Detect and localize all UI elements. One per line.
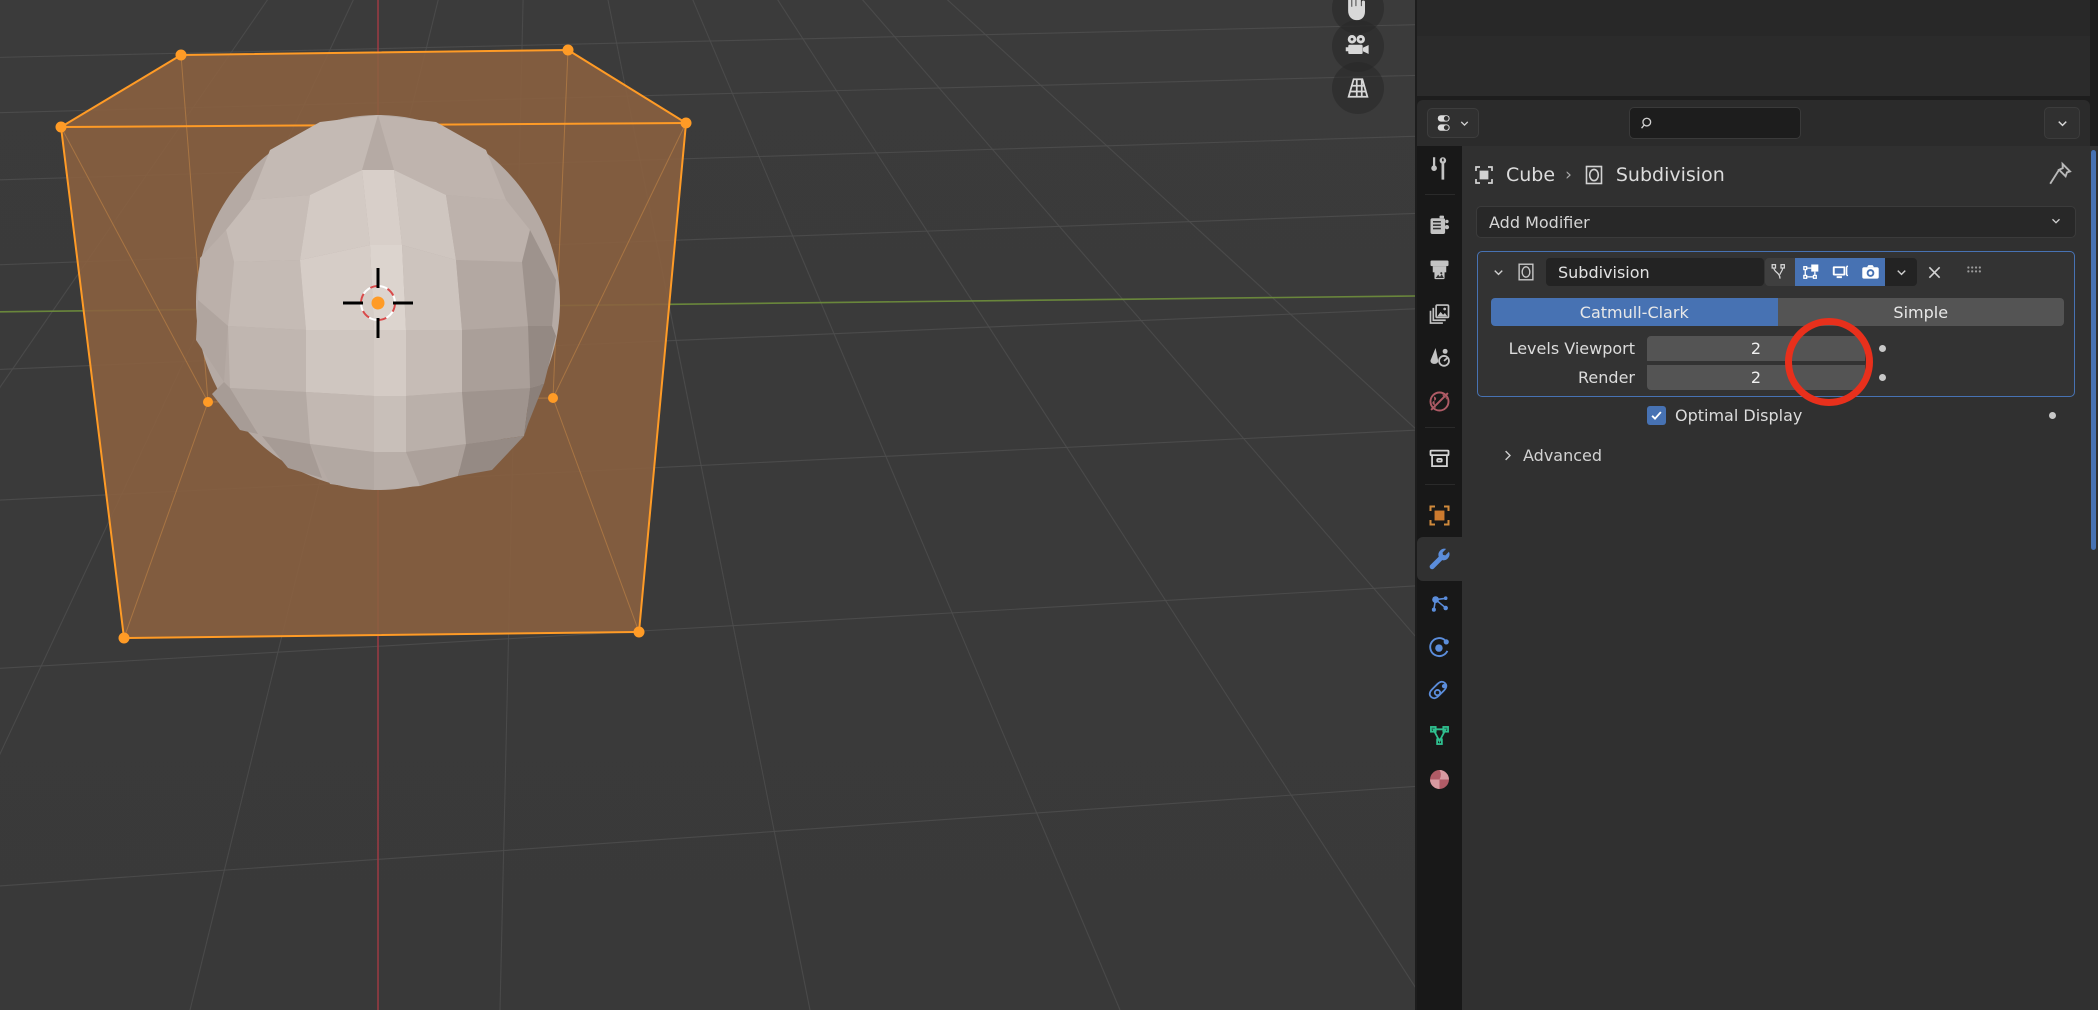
monitor-icon: [1832, 265, 1848, 278]
blender-window: Cube › Subdivision Add Modifier Subdivis…: [0, 0, 2098, 1010]
wrench-icon: [1429, 548, 1450, 569]
modifier-header: Subdivision: [1478, 252, 2074, 292]
chevron-down-icon: [1460, 120, 1469, 126]
render-camera-back-icon: [1430, 215, 1450, 234]
close-x-icon: [1928, 266, 1940, 278]
scene-cone-icon: [1430, 347, 1450, 367]
toggle-realtime-display[interactable]: [1825, 258, 1855, 286]
scrollbar-handle[interactable]: [2091, 150, 2096, 550]
editor-type-selector[interactable]: [1427, 108, 1479, 138]
tool-icon: [1431, 156, 1447, 180]
breadcrumb: Cube › Subdivision: [1472, 154, 1725, 196]
properties-tab-column: [1417, 146, 1462, 1010]
modifier-drag-handle[interactable]: [1957, 263, 1991, 281]
material-sphere-icon: [1430, 769, 1449, 789]
constraints-icon: [1428, 680, 1448, 699]
render-levels-label: Render: [1578, 368, 1635, 387]
properties-header: [1417, 100, 2090, 146]
search-icon: [1641, 117, 1652, 129]
algorithm-segmented-control: Catmull-Clark Simple: [1491, 298, 2064, 326]
sidebar-item-scene[interactable]: [1417, 335, 1462, 379]
images-stack-icon: [1429, 303, 1450, 324]
search-input[interactable]: [1661, 114, 1791, 132]
chevron-down-icon: [1896, 269, 1906, 275]
animate-dot-levels-viewport[interactable]: [1879, 345, 1886, 352]
chevron-right-icon: [1505, 450, 1511, 461]
modifier-display-toggles: [1765, 258, 1917, 286]
particles-icon: [1431, 595, 1448, 612]
toggle-edit-mode[interactable]: [1795, 258, 1825, 286]
pin-icon: [2049, 161, 2072, 185]
sidebar-item-particles[interactable]: [1417, 581, 1462, 625]
animate-dot-render-levels[interactable]: [1879, 374, 1886, 381]
search-box[interactable]: [1629, 107, 1801, 139]
sidebar-item-tool[interactable]: [1417, 146, 1462, 190]
sidebar-item-constraints[interactable]: [1417, 669, 1462, 713]
add-modifier-dropdown[interactable]: Add Modifier: [1476, 206, 2076, 238]
toggle-on-cage[interactable]: [1765, 258, 1795, 286]
pin-button[interactable]: [2046, 160, 2074, 188]
drag-grip-icon: [1967, 266, 1981, 273]
highlight-circle: [1785, 318, 1873, 406]
sidebar-item-output[interactable]: [1417, 247, 1462, 291]
viewport-canvas: [0, 0, 1415, 1010]
sidebar-item-world[interactable]: [1417, 379, 1462, 423]
sidebar-item-view-layer[interactable]: [1417, 291, 1462, 335]
edit-mode-box-icon: [1802, 263, 1818, 279]
upper-editor-area: [1417, 0, 2090, 96]
add-modifier-label: Add Modifier: [1489, 212, 1590, 232]
modifier-remove-button[interactable]: [1917, 263, 1951, 282]
object-square-icon: [1475, 166, 1493, 184]
properties-body: Cube › Subdivision Add Modifier Subdivis…: [1462, 146, 2090, 1010]
optimal-display-checkbox[interactable]: [1647, 405, 1666, 425]
modifier-card-subdivision: Subdivision Catmull-Clark Simple Levels …: [1477, 251, 2075, 465]
object-square-icon: [1429, 504, 1450, 526]
modifier-expand-toggle[interactable]: [1484, 265, 1512, 280]
advanced-label: Advanced: [1523, 446, 1603, 465]
on-cage-vertices-icon: [1771, 264, 1785, 279]
properties-editor-icon: [1437, 115, 1450, 131]
breadcrumb-modifier[interactable]: Subdivision: [1616, 164, 1725, 186]
sidebar-item-material[interactable]: [1417, 757, 1462, 801]
breadcrumb-object[interactable]: Cube: [1506, 164, 1555, 186]
chevron-down-icon: [2049, 213, 2063, 232]
camera-icon: [1861, 264, 1879, 279]
modifier-oval-icon: [1518, 263, 1534, 281]
collection-box-icon: [1429, 449, 1450, 467]
modifier-extras-dropdown[interactable]: [1885, 258, 1917, 286]
chevron-down-icon: [1493, 269, 1503, 275]
chevron-down-icon: [2057, 120, 2067, 126]
perspective-ortho-icon[interactable]: [1332, 62, 1384, 114]
checkbox-row-optimal-display: Optimal Display: [1478, 401, 2074, 429]
sidebar-item-collection[interactable]: [1417, 436, 1462, 480]
printer-output-icon: [1430, 260, 1449, 279]
optimal-display-label: Optimal Display: [1675, 405, 1803, 425]
sidebar-item-physics[interactable]: [1417, 625, 1462, 669]
3d-viewport[interactable]: [0, 0, 1415, 1010]
world-globe-icon: [1429, 391, 1450, 411]
mesh-data-triangle-icon: [1430, 725, 1449, 745]
sidebar-item-modifiers[interactable]: [1417, 537, 1462, 581]
algorithm-catmull-clark[interactable]: Catmull-Clark: [1491, 298, 1778, 326]
properties-editor: Cube › Subdivision Add Modifier Subdivis…: [1415, 0, 2098, 1010]
sidebar-item-render[interactable]: [1417, 203, 1462, 247]
check-icon: [1651, 410, 1662, 420]
breadcrumb-separator: ›: [1565, 165, 1572, 185]
levels-viewport-label: Levels Viewport: [1508, 339, 1635, 358]
field-row-render-levels: Render 2: [1478, 363, 2074, 392]
field-row-levels-viewport: Levels Viewport 2: [1478, 334, 2074, 363]
physics-orbit-icon: [1429, 636, 1449, 657]
header-options-button[interactable]: [2044, 107, 2080, 139]
advanced-section-toggle[interactable]: Advanced: [1500, 446, 1602, 465]
modifier-oval-icon: [1585, 165, 1603, 185]
sidebar-item-object-data[interactable]: [1417, 713, 1462, 757]
modifier-name-field[interactable]: Subdivision: [1546, 258, 1764, 286]
sidebar-item-object[interactable]: [1417, 493, 1462, 537]
animate-dot-optimal-display[interactable]: [2049, 411, 2056, 419]
modifier-type-icon: [1512, 261, 1540, 283]
toggle-render[interactable]: [1855, 258, 1885, 286]
